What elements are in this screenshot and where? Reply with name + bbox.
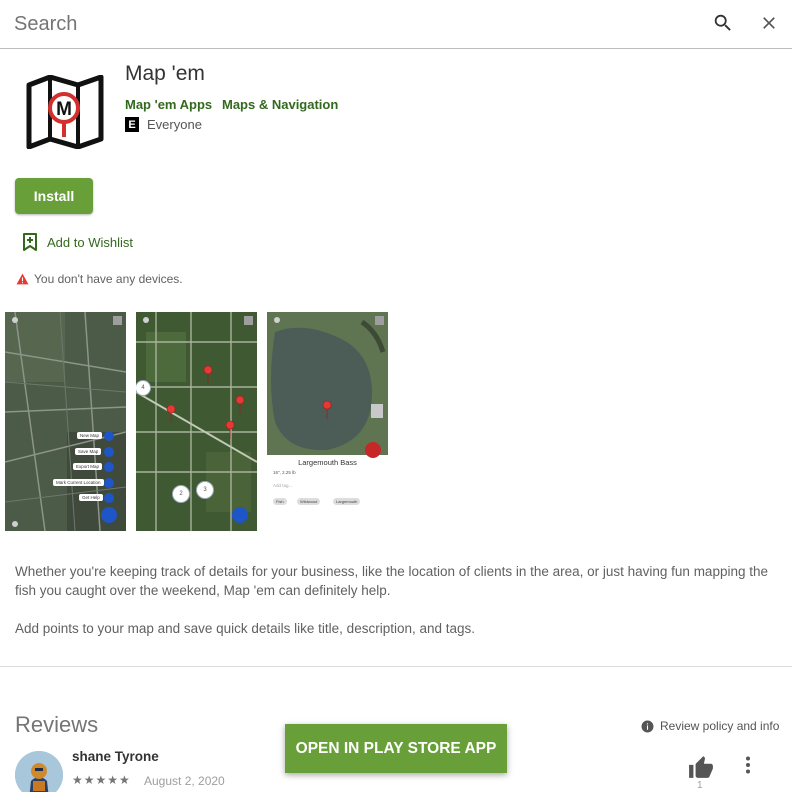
search-icon [714,14,731,31]
info-icon [641,720,654,732]
bookmark-add-icon [23,233,37,251]
shot1-menu-item: Export Map [73,463,103,470]
description-paragraph-2: Add points to your map and save quick de… [15,621,476,636]
avatar [15,751,63,792]
device-warning-text: You don't have any devices. [34,272,183,286]
shot1-menu-item: Get Help [79,494,103,501]
shot1-menu-item: New Map [77,432,103,439]
install-button[interactable]: Install [15,178,93,214]
review-star-rating: ★★★★★ [72,773,131,787]
open-play-store-button[interactable]: OPEN IN PLAY STORE APP [285,724,507,773]
shot3-card-subtitle: 16", 2.25 lb [273,470,296,475]
screenshot-2[interactable]: 4 2 3 [136,312,257,531]
shot3-card-title: Largemouth Bass [298,458,357,467]
content-rating: E Everyone [125,117,202,132]
reviewer-name: shane Tyrone [72,749,159,764]
shot3-tag: Largemouth [333,498,361,505]
shot1-fab-close [101,507,117,523]
svg-text:M: M [56,99,72,120]
close-icon [763,17,775,29]
thumb-up-icon [689,756,713,778]
shot1-fab-small [104,431,114,441]
helpful-count: 1 [697,780,703,791]
shot1-fab-small [104,447,114,457]
section-divider [0,666,792,667]
device-warning: You don't have any devices. [16,272,183,286]
esrb-everyone-icon: E [125,117,139,132]
shot3-tag: Wildwood [297,498,321,505]
shot2-cluster: 2 [172,485,190,503]
description-paragraph-1: Whether you're keeping track of details … [15,564,768,598]
content-rating-label: Everyone [147,117,202,132]
shot1-menu-item: Save Map [75,448,102,455]
search-bar [0,0,792,49]
helpful-button[interactable] [688,755,714,779]
shot1-fab-small [104,462,114,472]
more-vert-icon [746,756,750,774]
reviews-heading: Reviews [15,712,99,737]
shot1-fab-small [104,493,114,503]
wishlist-label: Add to Wishlist [47,235,133,250]
map-m-logo-icon: M [26,74,104,150]
shot2-cluster: 3 [196,481,214,499]
review-more-button[interactable] [738,754,758,776]
screenshot-1[interactable]: New Map Save Map Export Map Mark Current… [5,312,126,531]
search-input[interactable] [14,10,674,38]
screenshot-3[interactable]: Largemouth Bass 16", 2.25 lb Add tag... … [267,312,388,531]
app-title: Map 'em [125,62,205,85]
category-link[interactable]: Maps & Navigation [222,97,338,112]
search-button[interactable] [709,9,737,37]
warning-icon [16,273,29,285]
app-icon: M [26,74,104,150]
shot1-menu-item: Mark Current Location [53,479,104,486]
review-date: August 2, 2020 [144,774,225,788]
close-search-button[interactable] [755,9,783,37]
shot1-fab-small [104,478,114,488]
add-to-wishlist-button[interactable]: Add to Wishlist [22,233,133,252]
shot3-tag-placeholder: Add tag... [273,483,293,488]
review-policy-label: Review policy and info [660,719,780,733]
developer-link[interactable]: Map 'em Apps [125,97,212,112]
review-policy-link[interactable]: Review policy and info [641,719,779,733]
shot3-tag: Fish [273,498,287,505]
